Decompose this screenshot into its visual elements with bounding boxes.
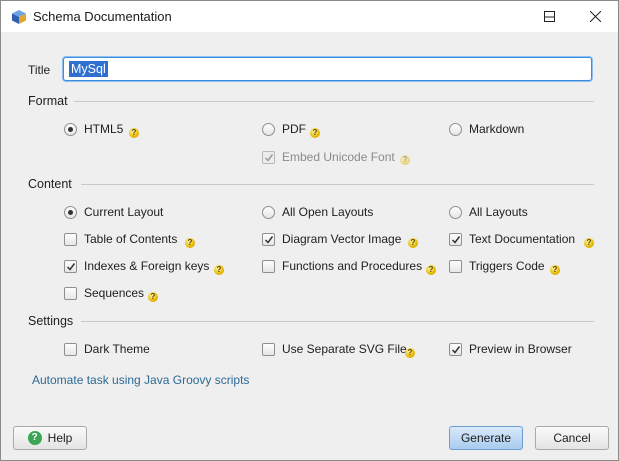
help-question-icon: ? [400,155,410,165]
close-button[interactable] [572,1,618,32]
content-section-label: Content [28,177,72,191]
current-layout-label: Current Layout [84,205,164,219]
functions-procedures-label: Functions and Procedures [282,259,423,273]
table-of-contents-label: Table of Contents [84,232,178,246]
sequences-label: Sequences [84,286,145,300]
dark-theme-checkbox[interactable] [64,343,77,356]
automate-task-link[interactable]: Automate task using Java Groovy scripts [32,373,249,387]
text-documentation-label: Text Documentation [469,232,576,246]
current-layout-radio[interactable] [64,206,77,219]
maximize-icon [543,11,555,22]
functions-procedures-checkbox[interactable] [262,260,275,273]
close-icon [589,11,601,22]
format-html5-radio[interactable] [64,123,77,136]
separate-svg-file-checkbox[interactable] [262,343,275,356]
maximize-button[interactable] [526,1,572,32]
content-separator [81,184,594,185]
indexes-foreign-keys-label: Indexes & Foreign keys [84,259,210,273]
schema-documentation-dialog: Schema Documentation Title MySql Format … [0,0,619,461]
help-icon: ? [27,431,42,445]
indexes-foreign-keys-checkbox[interactable] [64,260,77,273]
all-open-layouts-label: All Open Layouts [282,205,374,219]
help-question-icon[interactable]: ? [584,238,594,248]
all-layouts-label: All Layouts [469,205,528,219]
title-input-value: MySql [69,61,108,77]
separate-svg-file-label: Use Separate SVG File [282,342,407,356]
generate-button[interactable]: Generate [449,426,523,450]
format-markdown-label: Markdown [469,122,525,136]
preview-in-browser-label: Preview in Browser [469,342,572,356]
dbschema-app-icon [11,9,27,25]
diagram-vector-image-checkbox[interactable] [262,233,275,246]
text-documentation-checkbox[interactable] [449,233,462,246]
sequences-checkbox[interactable] [64,287,77,300]
format-pdf-label: PDF [282,122,306,136]
cancel-button[interactable]: Cancel [535,426,609,450]
help-question-icon[interactable]: ? [550,265,560,275]
help-button[interactable]: ? Help [13,426,87,450]
table-of-contents-checkbox[interactable] [64,233,77,246]
format-markdown-radio[interactable] [449,123,462,136]
help-question-icon[interactable]: ? [185,238,195,248]
embed-unicode-font-label: Embed Unicode Font [282,150,395,164]
help-question-icon[interactable]: ? [405,348,415,358]
settings-section-label: Settings [28,314,74,328]
help-question-icon[interactable]: ? [426,265,436,275]
title-input[interactable]: MySql [63,57,592,81]
title-bar: Schema Documentation [1,1,618,32]
dialog-content: Title MySql Format HTML5 ? PDF ? Markdow… [1,32,618,460]
all-layouts-radio[interactable] [449,206,462,219]
preview-in-browser-checkbox[interactable] [449,343,462,356]
all-open-layouts-radio[interactable] [262,206,275,219]
help-question-icon[interactable]: ? [214,265,224,275]
diagram-vector-image-label: Diagram Vector Image [282,232,402,246]
title-label: Title [28,63,51,77]
cancel-button-label: Cancel [553,431,591,445]
triggers-code-label: Triggers Code [469,259,545,273]
format-html5-label: HTML5 [84,122,124,136]
help-question-icon[interactable]: ? [310,128,320,138]
format-separator [74,101,594,102]
help-question-icon[interactable]: ? [148,292,158,302]
generate-button-label: Generate [460,431,512,445]
triggers-code-checkbox[interactable] [449,260,462,273]
window-title: Schema Documentation [33,9,172,24]
help-question-icon[interactable]: ? [129,128,139,138]
settings-separator [81,321,594,322]
format-pdf-radio[interactable] [262,123,275,136]
dark-theme-label: Dark Theme [84,342,150,356]
format-section-label: Format [28,94,68,108]
help-question-icon[interactable]: ? [408,238,418,248]
embed-unicode-font-checkbox[interactable] [262,151,275,164]
help-button-label: Help [47,431,73,445]
